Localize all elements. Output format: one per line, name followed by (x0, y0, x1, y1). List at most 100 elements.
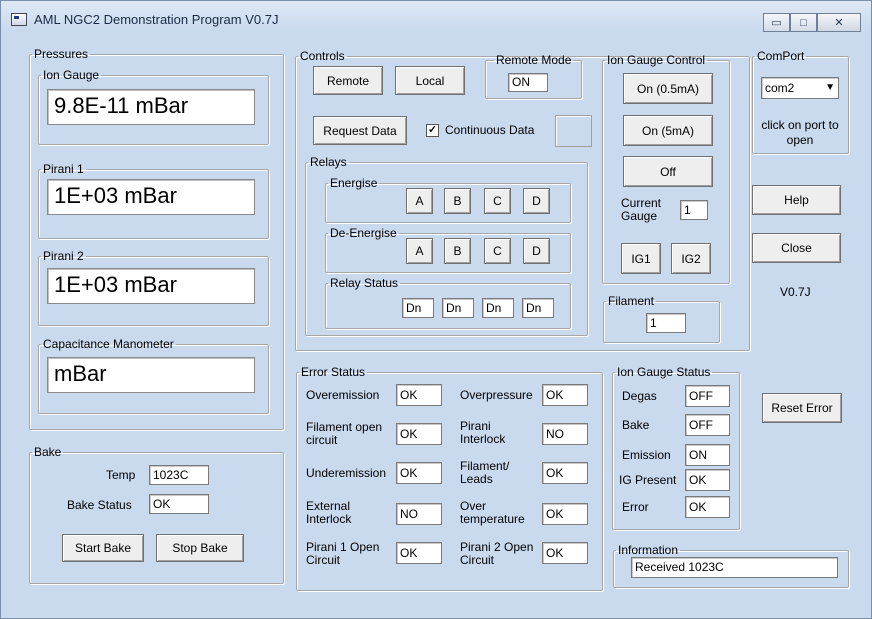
filament-leads-field: OK (542, 462, 588, 484)
filament-legend: Filament (608, 294, 655, 308)
local-button[interactable]: Local (395, 66, 465, 95)
relay-status-b: Dn (442, 298, 474, 318)
deenergise-d-button[interactable]: D (523, 238, 550, 264)
pirani-interlock-label: Pirani Interlock (460, 419, 506, 446)
ig-error-field: OK (685, 496, 730, 518)
ig-error-label: Error (622, 500, 649, 514)
over-temperature-label: Over temperature (460, 499, 525, 526)
comport-hint: click on port to open (761, 118, 839, 147)
stop-bake-button[interactable]: Stop Bake (156, 534, 244, 562)
pirani2-label: Pirani 2 (43, 249, 84, 263)
degas-label: Degas (622, 389, 657, 403)
pirani2-pressure-display: 1E+03 mBar (47, 268, 255, 304)
ig-on-05ma-button[interactable]: On (0.5mA) (623, 73, 713, 104)
ig-present-field: OK (685, 469, 730, 491)
help-button[interactable]: Help (752, 185, 841, 215)
pirani1-open-circuit-field: OK (396, 542, 442, 564)
minimize-button[interactable]: ▭ (763, 13, 790, 32)
filament-field[interactable]: 1 (646, 313, 686, 333)
pirani-interlock-field: NO (542, 423, 588, 445)
ig-present-label: IG Present (619, 473, 677, 487)
underemission-field: OK (396, 462, 442, 484)
overpressure-label: Overpressure (460, 388, 533, 402)
filament-open-circuit-label: Filament open circuit (306, 420, 383, 447)
ion-gauge-control-legend: Ion Gauge Control (607, 53, 706, 67)
bake-status-label: Bake Status (67, 498, 132, 512)
deenergise-c-button[interactable]: C (484, 238, 511, 264)
bake-legend: Bake (34, 445, 62, 459)
ig-off-button[interactable]: Off (623, 156, 713, 187)
over-temperature-field: OK (542, 503, 588, 525)
pirani2-open-circuit-field: OK (542, 542, 588, 564)
overpressure-field: OK (542, 384, 588, 406)
relay-status-a: Dn (402, 298, 434, 318)
version-label: V0.7J (780, 285, 811, 299)
underemission-label: Underemission (306, 466, 387, 480)
bake-temp-label: Temp (106, 468, 136, 482)
emission-label: Emission (622, 448, 671, 462)
energise-b-button[interactable]: B (444, 188, 471, 214)
energise-legend: Energise (330, 176, 378, 190)
dropdown-arrow-icon[interactable]: ▼ (825, 78, 835, 98)
request-data-button[interactable]: Request Data (313, 116, 407, 145)
ion-gauge-status-legend: Ion Gauge Status (617, 365, 711, 379)
capacitance-label: Capacitance Manometer (43, 337, 174, 351)
pirani1-open-circuit-label: Pirani 1 Open Circuit (306, 540, 380, 567)
ion-gauge-label: Ion Gauge (43, 68, 100, 82)
bake-temp-field: 1023C (149, 465, 209, 485)
energise-d-button[interactable]: D (523, 188, 550, 214)
deenergise-a-button[interactable]: A (406, 238, 433, 264)
close-window-button[interactable]: ✕ (817, 13, 861, 32)
pirani1-label: Pirani 1 (43, 162, 84, 176)
pressures-legend: Pressures (34, 47, 89, 61)
comport-select[interactable]: com2 ▼ (761, 77, 839, 99)
energise-c-button[interactable]: C (484, 188, 511, 214)
overemission-label: Overemission (306, 388, 380, 402)
continuous-data-label: Continuous Data (445, 123, 535, 137)
ig1-button[interactable]: IG1 (621, 243, 661, 274)
information-field: Received 1023C (631, 557, 838, 578)
filament-leads-label: Filament/ Leads (460, 459, 510, 486)
ig-bake-field: OFF (685, 414, 730, 436)
error-status-legend: Error Status (301, 365, 366, 379)
pirani2-open-circuit-label: Pirani 2 Open Circuit (460, 540, 534, 567)
ig-bake-label: Bake (622, 418, 650, 432)
window-title: AML NGC2 Demonstration Program V0.7J (34, 12, 279, 27)
comport-legend: ComPort (757, 49, 805, 63)
relay-status-c: Dn (482, 298, 514, 318)
caption-buttons: ▭ □ ✕ (763, 13, 861, 33)
remote-mode-legend: Remote Mode (496, 53, 572, 67)
ig2-button[interactable]: IG2 (671, 243, 711, 274)
degas-field: OFF (685, 385, 730, 407)
energise-a-button[interactable]: A (406, 188, 433, 214)
maximize-button[interactable]: □ (790, 13, 817, 32)
current-gauge-label: Current Gauge (621, 196, 662, 223)
external-interlock-label: External Interlock (306, 499, 352, 526)
pirani1-pressure-display: 1E+03 mBar (47, 179, 255, 215)
relays-legend: Relays (310, 155, 347, 169)
emission-field: ON (685, 444, 730, 466)
remote-mode-field: ON (508, 73, 548, 92)
ig-on-5ma-button[interactable]: On (5mA) (623, 115, 713, 146)
filament-open-circuit-field: OK (396, 423, 442, 445)
continuous-data-indicator (555, 115, 592, 147)
close-button[interactable]: Close (752, 233, 841, 263)
continuous-data-checkbox[interactable]: ✓ (426, 124, 439, 137)
reset-error-button[interactable]: Reset Error (762, 393, 842, 423)
comport-selected-value: com2 (765, 81, 795, 95)
overemission-field: OK (396, 384, 442, 406)
information-legend: Information (618, 543, 679, 557)
controls-legend: Controls (300, 49, 345, 63)
relay-status-d: Dn (522, 298, 554, 318)
ion-gauge-pressure-display: 9.8E-11 mBar (47, 89, 255, 125)
relay-status-legend: Relay Status (330, 276, 399, 290)
external-interlock-field: NO (396, 503, 442, 525)
deenergise-legend: De-Energise (330, 226, 397, 240)
capacitance-pressure-display: mBar (47, 357, 255, 393)
app-icon (11, 13, 27, 26)
current-gauge-field[interactable]: 1 (680, 200, 708, 220)
remote-button[interactable]: Remote (313, 66, 383, 95)
bake-status-field: OK (149, 494, 209, 514)
deenergise-b-button[interactable]: B (444, 238, 471, 264)
start-bake-button[interactable]: Start Bake (62, 534, 144, 562)
